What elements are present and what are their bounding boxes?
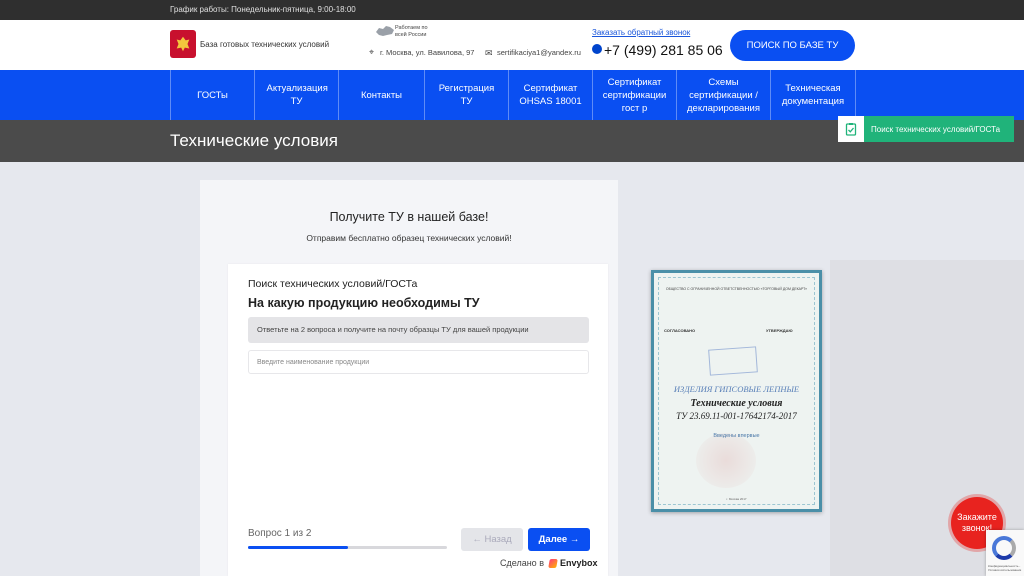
document-org: ОБЩЕСТВО С ОГРАНИЧЕННОЙ ОТВЕТСТВЕННОСТЬЮ… <box>665 287 808 291</box>
document-title: Технические условия <box>690 398 783 409</box>
nav-item-gost-r[interactable]: Сертификат сертификации гост р <box>592 70 676 120</box>
nav-item-tu-registration[interactable]: Регистрация ТУ <box>424 70 508 120</box>
nav-item-label: Сертификат сертификации гост р <box>602 76 667 114</box>
page-title: Технические условия <box>170 131 338 150</box>
document-first-issue: Введены впервые <box>713 433 760 439</box>
nav-item-tu-update[interactable]: Актуализация ТУ <box>254 70 338 120</box>
progress-bar <box>248 546 447 549</box>
recaptcha-icon <box>992 536 1016 560</box>
location-pin-icon: ⌖ <box>369 47 375 57</box>
tu-search-side-tab[interactable]: Поиск технических условий/ГОСТа <box>838 116 1014 142</box>
nav-item-gosts[interactable]: ГОСТы <box>170 70 254 120</box>
callback-link[interactable]: Заказать обратный звонок <box>592 28 690 37</box>
quiz-question-card: Поиск технических условий/ГОСТа На какую… <box>228 264 608 576</box>
made-in-envybox[interactable]: Сделано в Envybox <box>500 558 598 568</box>
envybox-brand: Envybox <box>559 558 598 568</box>
nav-item-label: Регистрация ТУ <box>438 83 495 107</box>
mail-icon: ✉ <box>485 48 493 58</box>
back-button[interactable]: ← Назад <box>461 528 523 551</box>
clipboard-check-icon <box>838 116 864 142</box>
tu-document-preview: ОБЩЕСТВО С ОГРАНИЧЕННОЙ ОТВЕТСТВЕННОСТЬЮ… <box>651 270 822 512</box>
envybox-logo-icon <box>548 558 558 568</box>
quiz-hint: Ответьте на 2 вопроса и получите на почт… <box>248 317 589 343</box>
nav-item-label: Актуализация ТУ <box>266 83 328 107</box>
document-agreed: СОГЛАСОВАНО <box>664 328 696 333</box>
nav-item-label: Техническая документация <box>781 83 845 107</box>
nav-item-label: Схемы сертификации /декларирования <box>687 76 760 114</box>
quiz-form-card: Получите ТУ в нашей базе! Отправим беспл… <box>200 180 618 576</box>
document-code: ТУ 23.69.11-001-17642174-2017 <box>676 411 797 421</box>
emblem-icon[interactable] <box>170 30 196 58</box>
product-name-input[interactable] <box>248 350 589 374</box>
side-tab-label: Поиск технических условий/ГОСТа <box>871 124 1001 134</box>
recaptcha-text: Конфиденциальность - Условия использован… <box>988 564 1022 572</box>
nav-item-ohsas[interactable]: Сертификат OHSAS 18001 <box>508 70 592 120</box>
work-region: Работаем по всей России <box>395 25 428 38</box>
document-product: ИЗДЕЛИЯ ГИПСОВЫЕ ЛЕПНЫЕ <box>673 384 800 394</box>
nav-item-contacts[interactable]: Контакты <box>338 70 424 120</box>
russia-map-icon <box>376 26 394 36</box>
progress-label: Вопрос 1 из 2 <box>248 528 312 539</box>
quiz-question: На какую продукцию необходимы ТУ <box>248 296 480 310</box>
nav-item-label: Сертификат OHSAS 18001 <box>519 83 582 107</box>
main-nav: ГОСТы Актуализация ТУ Контакты Регистрац… <box>0 70 1024 120</box>
search-database-button[interactable]: ПОИСК ПО БАЗЕ ТУ <box>730 30 855 61</box>
next-button[interactable]: Далее → <box>528 528 590 551</box>
document-emblem-icon <box>696 433 756 488</box>
work-schedule: График работы: Понедельник-пятница, 9:00… <box>0 0 1024 20</box>
phone-number[interactable]: +7 (499) 281 85 06 <box>604 42 723 58</box>
nav-item-cert-schemes[interactable]: Схемы сертификации /декларирования <box>676 70 770 120</box>
made-in-prefix: Сделано в <box>500 558 544 568</box>
site-name[interactable]: База готовых технических условий <box>200 40 329 49</box>
nav-item-tech-docs[interactable]: Техническая документация <box>770 70 856 120</box>
recaptcha-badge[interactable]: Конфиденциальность - Условия использован… <box>986 530 1024 576</box>
phone-icon <box>592 44 602 54</box>
email-link[interactable]: sertifikaciya1@yandex.ru <box>497 48 581 57</box>
document-city: г. Москва 2017 <box>726 497 747 501</box>
document-approved: УТВЕРЖДАЮ <box>766 328 793 333</box>
document-stamp-icon <box>708 346 758 376</box>
address: г. Москва, ул. Вавилова, 97 <box>380 48 475 57</box>
progress-fill <box>248 546 348 549</box>
form-heading: Получите ТУ в нашей базе! <box>329 210 489 224</box>
form-subheading: Отправим бесплатно образец технических у… <box>306 233 512 243</box>
site-header: База готовых технических условий Работае… <box>0 20 1024 70</box>
quiz-section-title: Поиск технических условий/ГОСТа <box>248 278 418 290</box>
